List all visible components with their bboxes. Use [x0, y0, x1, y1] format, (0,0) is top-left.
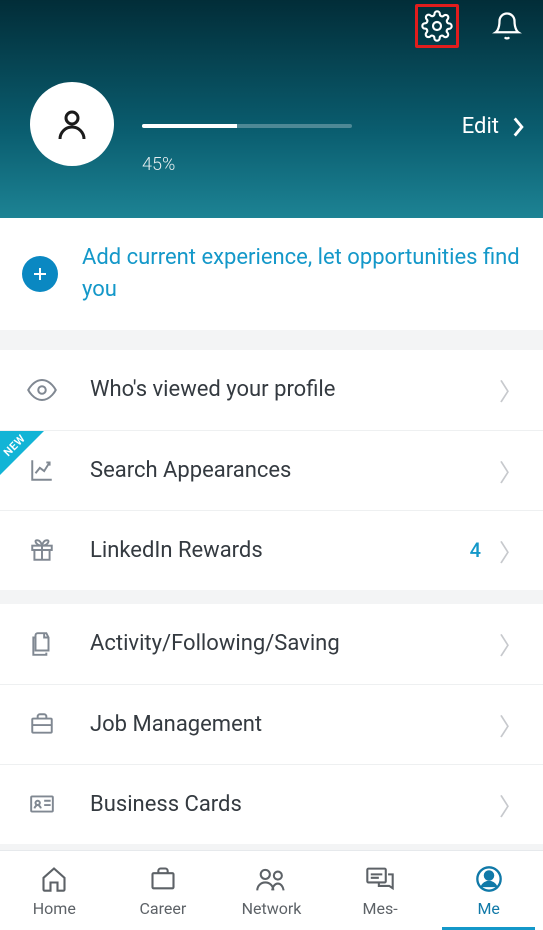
settings-button[interactable] [415, 4, 459, 48]
header-actions [415, 4, 529, 48]
bell-icon [492, 11, 522, 41]
person-icon [54, 106, 90, 142]
profile-stats-section: Who's viewed your profile 〉 NEW Search A… [0, 350, 543, 590]
progress-fill [142, 124, 237, 128]
documents-icon [29, 631, 55, 657]
business-cards-item[interactable]: Business Cards 〉 [0, 764, 543, 844]
profile-management-section: Activity/Following/Saving 〉 Job Manageme… [0, 604, 543, 844]
eye-icon [27, 375, 57, 405]
tab-home[interactable]: Home [0, 851, 109, 930]
gear-icon [421, 10, 453, 42]
edit-profile-button[interactable]: Edit [462, 114, 525, 139]
people-icon [255, 865, 287, 893]
notifications-button[interactable] [485, 4, 529, 48]
list-item-label: LinkedIn Rewards [90, 538, 470, 563]
home-icon [40, 865, 68, 893]
edit-label: Edit [462, 114, 499, 139]
activity-following-item[interactable]: Activity/Following/Saving 〉 [0, 604, 543, 684]
search-appearances-item[interactable]: NEW Search Appearances 〉 [0, 430, 543, 510]
list-item-label: Search Appearances [90, 458, 499, 483]
messages-icon [365, 865, 395, 893]
list-item-label: Job Management [90, 712, 499, 737]
chevron-right-icon: 〉 [499, 453, 523, 488]
list-item-label: Activity/Following/Saving [90, 631, 499, 656]
tab-label: Home [33, 899, 76, 918]
profile-circle-icon [475, 865, 503, 893]
tab-label: Career [140, 899, 187, 918]
tab-me[interactable]: Me [434, 851, 543, 930]
tab-label: Me [477, 899, 499, 918]
avatar[interactable] [30, 82, 114, 166]
rewards-count: 4 [470, 538, 481, 562]
profile-progress: 45% [142, 124, 352, 175]
tab-career[interactable]: Career [109, 851, 218, 930]
progress-percent: 45% [142, 154, 352, 175]
tab-label: Network [242, 899, 302, 918]
bottom-tab-bar: Home Career Network Mes- Me [0, 850, 543, 930]
chevron-right-icon: 〉 [499, 707, 523, 742]
gift-icon [29, 537, 55, 563]
list-item-label: Who's viewed your profile [90, 377, 499, 402]
card-icon [28, 791, 56, 817]
tab-network[interactable]: Network [217, 851, 326, 930]
chevron-right-icon: 〉 [499, 533, 523, 568]
chevron-right-icon: 〉 [499, 372, 523, 407]
profile-header: 45% Edit [0, 0, 543, 218]
chevron-right-icon: 〉 [499, 626, 523, 661]
linkedin-rewards-item[interactable]: LinkedIn Rewards 4 〉 [0, 510, 543, 590]
whos-viewed-item[interactable]: Who's viewed your profile 〉 [0, 350, 543, 430]
tab-label: Mes- [363, 899, 398, 918]
briefcase-icon [29, 711, 55, 737]
add-experience-label: Add current experience, let opportunitie… [82, 242, 521, 306]
list-item-label: Business Cards [90, 792, 499, 817]
briefcase-icon [149, 865, 177, 893]
plus-icon [22, 256, 58, 292]
tab-messages[interactable]: Mes- [326, 851, 435, 930]
progress-track [142, 124, 352, 128]
chevron-right-icon: 〉 [499, 787, 523, 822]
chevron-right-icon [513, 117, 525, 137]
add-experience-button[interactable]: Add current experience, let opportunitie… [0, 218, 543, 330]
job-management-item[interactable]: Job Management 〉 [0, 684, 543, 764]
